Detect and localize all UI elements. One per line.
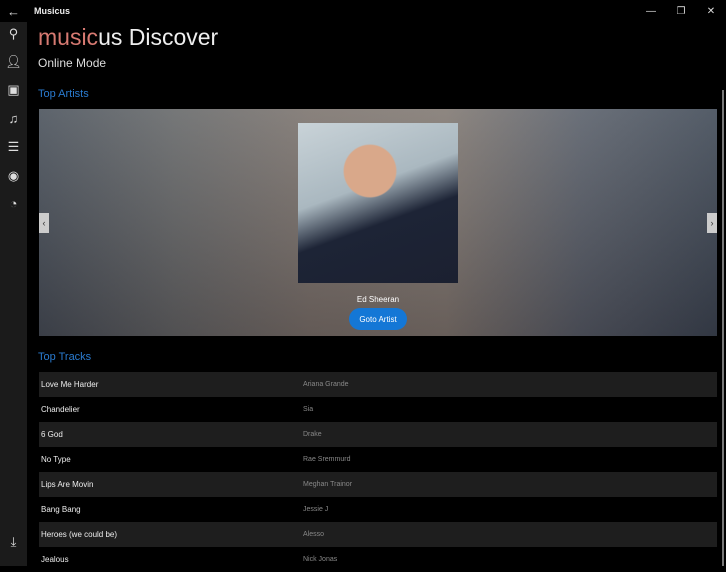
track-title: Love Me Harder bbox=[41, 380, 99, 389]
back-arrow-icon[interactable]: ← bbox=[0, 4, 27, 19]
title-bar: ← Musicus — ❐ ✕ bbox=[0, 0, 726, 22]
track-artist: Jessie J bbox=[303, 506, 329, 513]
track-title: Lips Are Movin bbox=[41, 480, 94, 489]
top-tracks-heading: Top Tracks bbox=[38, 351, 92, 363]
track-title: No Type bbox=[41, 455, 71, 464]
artist-carousel: Ed Sheeran Goto Artist ‹ › bbox=[39, 109, 717, 336]
top-artists-heading: Top Artists bbox=[38, 88, 89, 100]
sidebar: ⚲ 👤︎ ▣ ♫ ☰ ◉ ◔ ⤓ bbox=[0, 22, 27, 566]
scrollbar-thumb[interactable] bbox=[722, 90, 724, 566]
close-button[interactable]: ✕ bbox=[696, 0, 726, 22]
track-row[interactable]: Heroes (we could be) Alesso bbox=[39, 522, 717, 547]
goto-artist-button[interactable]: Goto Artist bbox=[349, 308, 407, 330]
track-title: Chandelier bbox=[41, 405, 80, 414]
artist-name: Ed Sheeran bbox=[356, 295, 400, 304]
page-title: musicus Discover bbox=[38, 24, 218, 51]
track-artist: Alesso bbox=[303, 531, 325, 538]
track-row[interactable]: Jealous Nick Jonas bbox=[39, 547, 717, 572]
track-title: Heroes (we could be) bbox=[41, 530, 118, 539]
track-artist: Rae Sremmurd bbox=[303, 456, 351, 463]
track-row[interactable]: Bang Bang Jessie J bbox=[39, 497, 717, 522]
track-title: 6 God bbox=[41, 430, 63, 439]
music-note-icon[interactable]: ♫ bbox=[0, 111, 27, 126]
album-icon[interactable]: ▣ bbox=[0, 82, 27, 98]
track-row[interactable]: Chandelier Sia bbox=[39, 397, 717, 422]
previous-arrow-icon[interactable]: ‹ bbox=[39, 213, 49, 233]
window-title: Musicus bbox=[34, 6, 71, 16]
next-arrow-icon[interactable]: › bbox=[707, 213, 717, 233]
track-artist: Ariana Grande bbox=[303, 381, 349, 388]
tracks-list: Love Me Harder Ariana Grande Chandelier Si… bbox=[39, 372, 717, 572]
scrollbar[interactable] bbox=[720, 22, 726, 566]
brand-text: music bbox=[38, 24, 99, 50]
artist-icon[interactable]: 👤︎ bbox=[0, 54, 27, 70]
maximize-button[interactable]: ❐ bbox=[666, 0, 696, 22]
search-icon[interactable]: ⚲ bbox=[0, 26, 27, 42]
title-text: us Discover bbox=[98, 24, 219, 50]
mode-label: Online Mode bbox=[38, 56, 107, 70]
download-icon[interactable]: ⤓ bbox=[0, 534, 27, 550]
track-title: Bang Bang bbox=[41, 505, 81, 514]
artist-image bbox=[298, 123, 458, 283]
track-row[interactable]: Love Me Harder Ariana Grande bbox=[39, 372, 717, 397]
radio-icon[interactable]: ◉ bbox=[0, 168, 27, 184]
track-row[interactable]: 6 God Drake bbox=[39, 422, 717, 447]
track-artist: Sia bbox=[303, 406, 314, 413]
main-content: musicus Discover Online Mode Top Artists… bbox=[27, 22, 720, 566]
track-artist: Drake bbox=[303, 431, 322, 438]
track-artist: Nick Jonas bbox=[303, 556, 338, 563]
track-artist: Meghan Trainor bbox=[303, 481, 353, 488]
online-eye-icon[interactable]: ◔ bbox=[0, 196, 27, 211]
track-row[interactable]: No Type Rae Sremmurd bbox=[39, 447, 717, 472]
minimize-button[interactable]: — bbox=[636, 0, 666, 22]
list-icon[interactable]: ☰ bbox=[0, 139, 27, 155]
track-row[interactable]: Lips Are Movin Meghan Trainor bbox=[39, 472, 717, 497]
track-title: Jealous bbox=[41, 555, 69, 564]
